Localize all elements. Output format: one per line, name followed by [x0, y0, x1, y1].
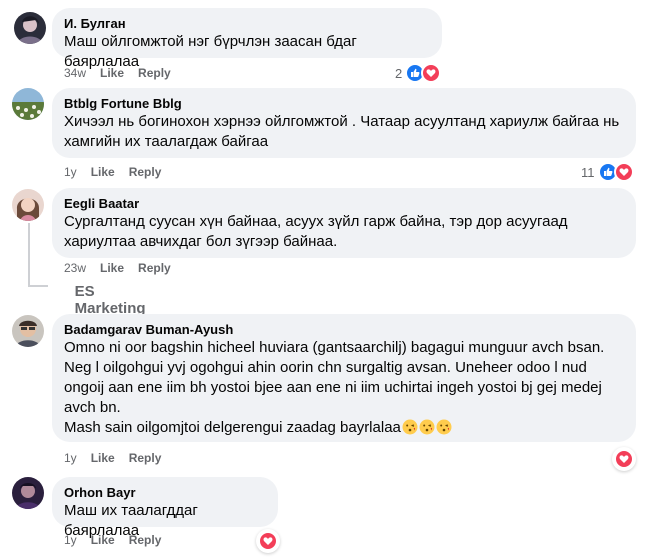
reaction-summary[interactable]: 2	[395, 63, 442, 83]
comment-text-line: Omno ni oor bagshin hicheel huviara (gan…	[64, 339, 605, 356]
comment-author[interactable]: Badamgarav Buman-Ayush	[64, 322, 624, 338]
heart-icon	[421, 63, 442, 83]
thread-connector	[28, 285, 48, 287]
reaction-count: 2	[395, 65, 403, 81]
timestamp[interactable]: 1y	[64, 533, 77, 547]
like-button[interactable]: Like	[91, 533, 115, 547]
comment-author[interactable]: Btblg Fortune Bblg	[64, 96, 624, 112]
comment-text-line: Neg l oilgohgui yvj ogohgui ahin oorin c…	[64, 359, 607, 416]
comment-text: Сургалтанд суусан хүн байнаа, асуух зүйл…	[64, 213, 572, 250]
kiss-face-emoji	[436, 419, 452, 441]
avatar[interactable]	[12, 189, 44, 221]
avatar[interactable]	[12, 315, 44, 347]
comment-bubble: Eegli Baatar Сургалтанд суусан хүн байна…	[52, 188, 636, 258]
comment-bubble: Btblg Fortune Bblg Хичээл нь богинохон х…	[52, 88, 636, 158]
timestamp[interactable]: 23w	[64, 261, 86, 275]
reaction-summary[interactable]	[256, 529, 280, 553]
reaction-count: 11	[581, 164, 595, 180]
comment-text: Хичээл нь богинохон хэрнээ ойлгомжтой . …	[64, 113, 624, 150]
heart-icon	[258, 531, 278, 551]
comment-bubble: Badamgarav Buman-Ayush Omno ni oor bagsh…	[52, 314, 636, 442]
like-button[interactable]: Like	[91, 165, 115, 179]
avatar[interactable]	[12, 88, 44, 120]
kiss-face-emoji	[402, 419, 418, 441]
comment-actions: 1y Like Reply	[64, 164, 175, 180]
reply-button[interactable]: Reply	[138, 66, 171, 80]
heart-icon	[613, 162, 634, 182]
comment-bubble: Orhon Bayr Маш их таалагддаг баярлалаа	[52, 477, 278, 539]
heart-icon	[614, 449, 634, 469]
comment-author[interactable]: И. Булган	[64, 16, 430, 32]
reply-button[interactable]: Reply	[138, 261, 171, 275]
comment-actions: 1y Like Reply	[64, 450, 175, 466]
timestamp[interactable]: 1y	[64, 451, 77, 465]
comment-actions: 23w Like Reply	[64, 260, 185, 276]
like-button[interactable]: Like	[100, 66, 124, 80]
kiss-face-emoji	[419, 419, 435, 441]
reply-button[interactable]: Reply	[129, 451, 162, 465]
like-button[interactable]: Like	[100, 261, 124, 275]
reaction-summary[interactable]: 11	[581, 162, 634, 182]
comment-bubble: И. Булган Маш ойлгомжтой нэг бүрчлэн заа…	[52, 8, 442, 70]
comment-text-line: Mash sain oilgomjtoi delgerengui zaadag …	[64, 418, 624, 441]
reply-button[interactable]: Reply	[129, 165, 162, 179]
reaction-summary[interactable]	[612, 447, 636, 471]
avatar[interactable]	[12, 477, 44, 509]
comment-actions: 34w Like Reply	[64, 65, 185, 81]
like-button[interactable]: Like	[91, 451, 115, 465]
reply-button[interactable]: Reply	[129, 533, 162, 547]
comment-actions: 1y Like Reply	[64, 532, 175, 548]
timestamp[interactable]: 1y	[64, 165, 77, 179]
timestamp[interactable]: 34w	[64, 66, 86, 80]
avatar[interactable]	[14, 12, 46, 44]
thread-connector	[28, 223, 30, 287]
comment-author[interactable]: Orhon Bayr	[64, 485, 266, 501]
comment-author[interactable]: Eegli Baatar	[64, 196, 624, 212]
